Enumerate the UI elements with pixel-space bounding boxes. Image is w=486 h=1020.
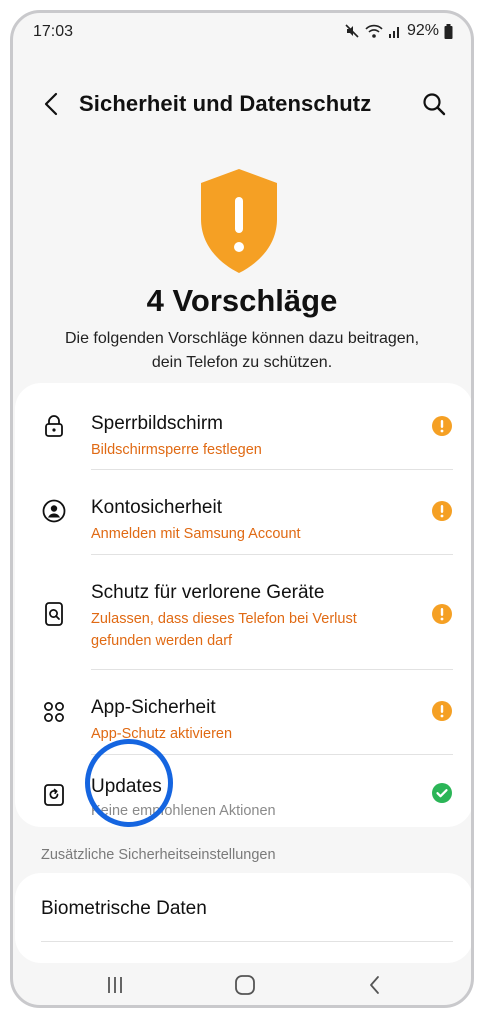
biometric-data-item[interactable]: Biometrische Daten <box>41 898 207 920</box>
home-icon[interactable] <box>231 971 259 999</box>
additional-settings-card: Biometrische Daten <box>15 873 471 963</box>
suggestion-item-lost-device[interactable]: Schutz für verlorene Geräte Zulassen, da… <box>15 554 471 669</box>
status-icons: 92% <box>344 22 453 40</box>
navigation-bar <box>13 965 471 1005</box>
warning-icon <box>432 501 452 521</box>
warning-icon <box>432 701 452 721</box>
back-nav-icon[interactable] <box>361 971 389 999</box>
suggestion-subtitle: Anmelden mit Samsung Account <box>91 526 301 542</box>
suggestion-item-lock-screen[interactable]: Sperrbildschirm Bildschirmsperre festleg… <box>15 383 471 469</box>
signal-icon <box>388 27 399 38</box>
wifi-icon <box>365 24 383 38</box>
recent-apps-icon[interactable] <box>101 971 129 999</box>
warning-shield-icon <box>201 169 277 273</box>
find-device-icon <box>45 602 63 626</box>
warning-icon <box>432 604 452 624</box>
warning-icon <box>432 416 452 436</box>
check-icon <box>432 783 452 803</box>
update-icon <box>44 784 64 806</box>
suggestion-item-account-security[interactable]: Kontosicherheit Anmelden mit Samsung Acc… <box>15 469 471 554</box>
suggestion-title: Sperrbildschirm <box>91 413 223 434</box>
back-button[interactable] <box>37 89 67 119</box>
suggestion-title: Kontosicherheit <box>91 497 222 518</box>
search-icon[interactable] <box>419 89 449 119</box>
suggestions-card: Sperrbildschirm Bildschirmsperre festleg… <box>15 383 471 827</box>
status-time: 17:03 <box>33 23 74 40</box>
suggestion-title: App-Sicherheit <box>91 697 216 718</box>
battery-percentage: 92% <box>406 22 439 39</box>
tap-highlight-circle <box>85 739 173 827</box>
section-label-additional: Zusätzliche Sicherheitseinstellungen <box>41 847 276 863</box>
suggestions-count-heading: 4 Vorschläge <box>146 283 338 318</box>
suggestion-item-updates[interactable]: Updates Keine empfohlenen Aktionen <box>15 754 471 827</box>
page-title: Sicherheit und Datenschutz <box>79 91 372 116</box>
battery-icon <box>444 23 453 39</box>
phone-frame: 17:03 92% Sicherheit und Datenschutz 4 V… <box>10 10 474 1008</box>
suggestion-subtitle: Bildschirmsperre festlegen <box>91 442 262 458</box>
hero-description: Die folgenden Vorschläge können dazu bei… <box>64 330 420 371</box>
app-bar: Sicherheit und Datenschutz <box>13 83 471 127</box>
mute-icon <box>345 24 359 38</box>
lock-icon <box>45 415 63 437</box>
apps-icon <box>44 702 64 722</box>
suggestion-title: Schutz für verlorene Geräte <box>91 582 325 603</box>
account-icon <box>42 499 66 523</box>
suggestion-item-app-security[interactable]: App-Sicherheit App-Schutz aktivieren <box>15 669 471 754</box>
suggestion-subtitle: Zulassen, dass dieses Telefon bei Verlus… <box>91 611 357 649</box>
divider <box>41 941 453 942</box>
status-bar: 17:03 92% <box>13 13 471 51</box>
